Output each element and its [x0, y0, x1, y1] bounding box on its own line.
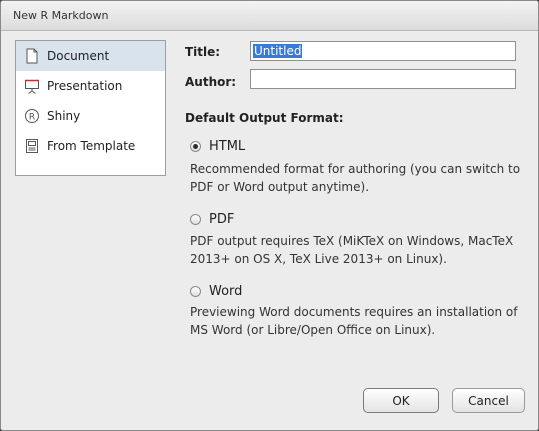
- author-label: Author:: [185, 75, 237, 89]
- sidebar-item-label: Shiny: [47, 109, 81, 123]
- html-description: Recommended format for authoring (you ca…: [190, 160, 525, 196]
- svg-text:R: R: [29, 113, 35, 123]
- word-option-label: Word: [209, 284, 243, 299]
- template-type-list: Document Presentation R Shiny From Templ…: [15, 40, 166, 176]
- new-r-markdown-dialog: New R Markdown Document Presentation R S…: [0, 0, 539, 431]
- title-field-value: Untitled: [253, 44, 303, 58]
- pdf-option[interactable]: PDF: [190, 212, 234, 227]
- pdf-description-line2: 2013+ on OS X, TeX Live 2013+ on Linux).: [190, 252, 447, 266]
- title-bar[interactable]: New R Markdown: [1, 1, 538, 31]
- shiny-r-icon: R: [24, 108, 40, 124]
- sidebar-item-shiny[interactable]: R Shiny: [16, 101, 165, 131]
- pdf-option-label: PDF: [209, 212, 235, 227]
- word-option[interactable]: Word: [190, 284, 242, 299]
- document-icon: [24, 48, 40, 64]
- presentation-icon: [24, 78, 40, 94]
- word-radio[interactable]: [190, 286, 201, 297]
- window-title: New R Markdown: [13, 9, 109, 22]
- title-field[interactable]: Untitled: [250, 41, 516, 61]
- html-option[interactable]: HTML: [190, 139, 245, 154]
- title-label: Title:: [185, 45, 221, 59]
- output-format-heading: Default Output Format:: [185, 111, 344, 125]
- author-field[interactable]: [250, 69, 516, 89]
- html-radio[interactable]: [190, 141, 201, 152]
- sidebar-item-label: From Template: [47, 139, 136, 153]
- sidebar-item-label: Presentation: [47, 79, 123, 93]
- cancel-button[interactable]: Cancel: [452, 388, 525, 413]
- html-description-line2: PDF or Word output anytime).: [190, 180, 370, 194]
- sidebar-item-label: Document: [47, 49, 110, 63]
- sidebar-item-document[interactable]: Document: [16, 41, 165, 71]
- sidebar-item-presentation[interactable]: Presentation: [16, 71, 165, 101]
- word-description-line1: Previewing Word documents requires an in…: [190, 305, 518, 319]
- pdf-radio[interactable]: [190, 214, 201, 225]
- ok-button[interactable]: OK: [363, 388, 439, 413]
- html-option-label: HTML: [209, 139, 246, 154]
- word-description: Previewing Word documents requires an in…: [190, 303, 525, 339]
- word-description-line2: MS Word (or Libre/Open Office on Linux).: [190, 323, 436, 337]
- template-icon: [24, 138, 40, 154]
- html-description-line1: Recommended format for authoring (you ca…: [190, 162, 521, 176]
- pdf-description-line1: PDF output requires TeX (MiKTeX on Windo…: [190, 234, 514, 248]
- pdf-description: PDF output requires TeX (MiKTeX on Windo…: [190, 232, 525, 268]
- sidebar-item-from-template[interactable]: From Template: [16, 131, 165, 161]
